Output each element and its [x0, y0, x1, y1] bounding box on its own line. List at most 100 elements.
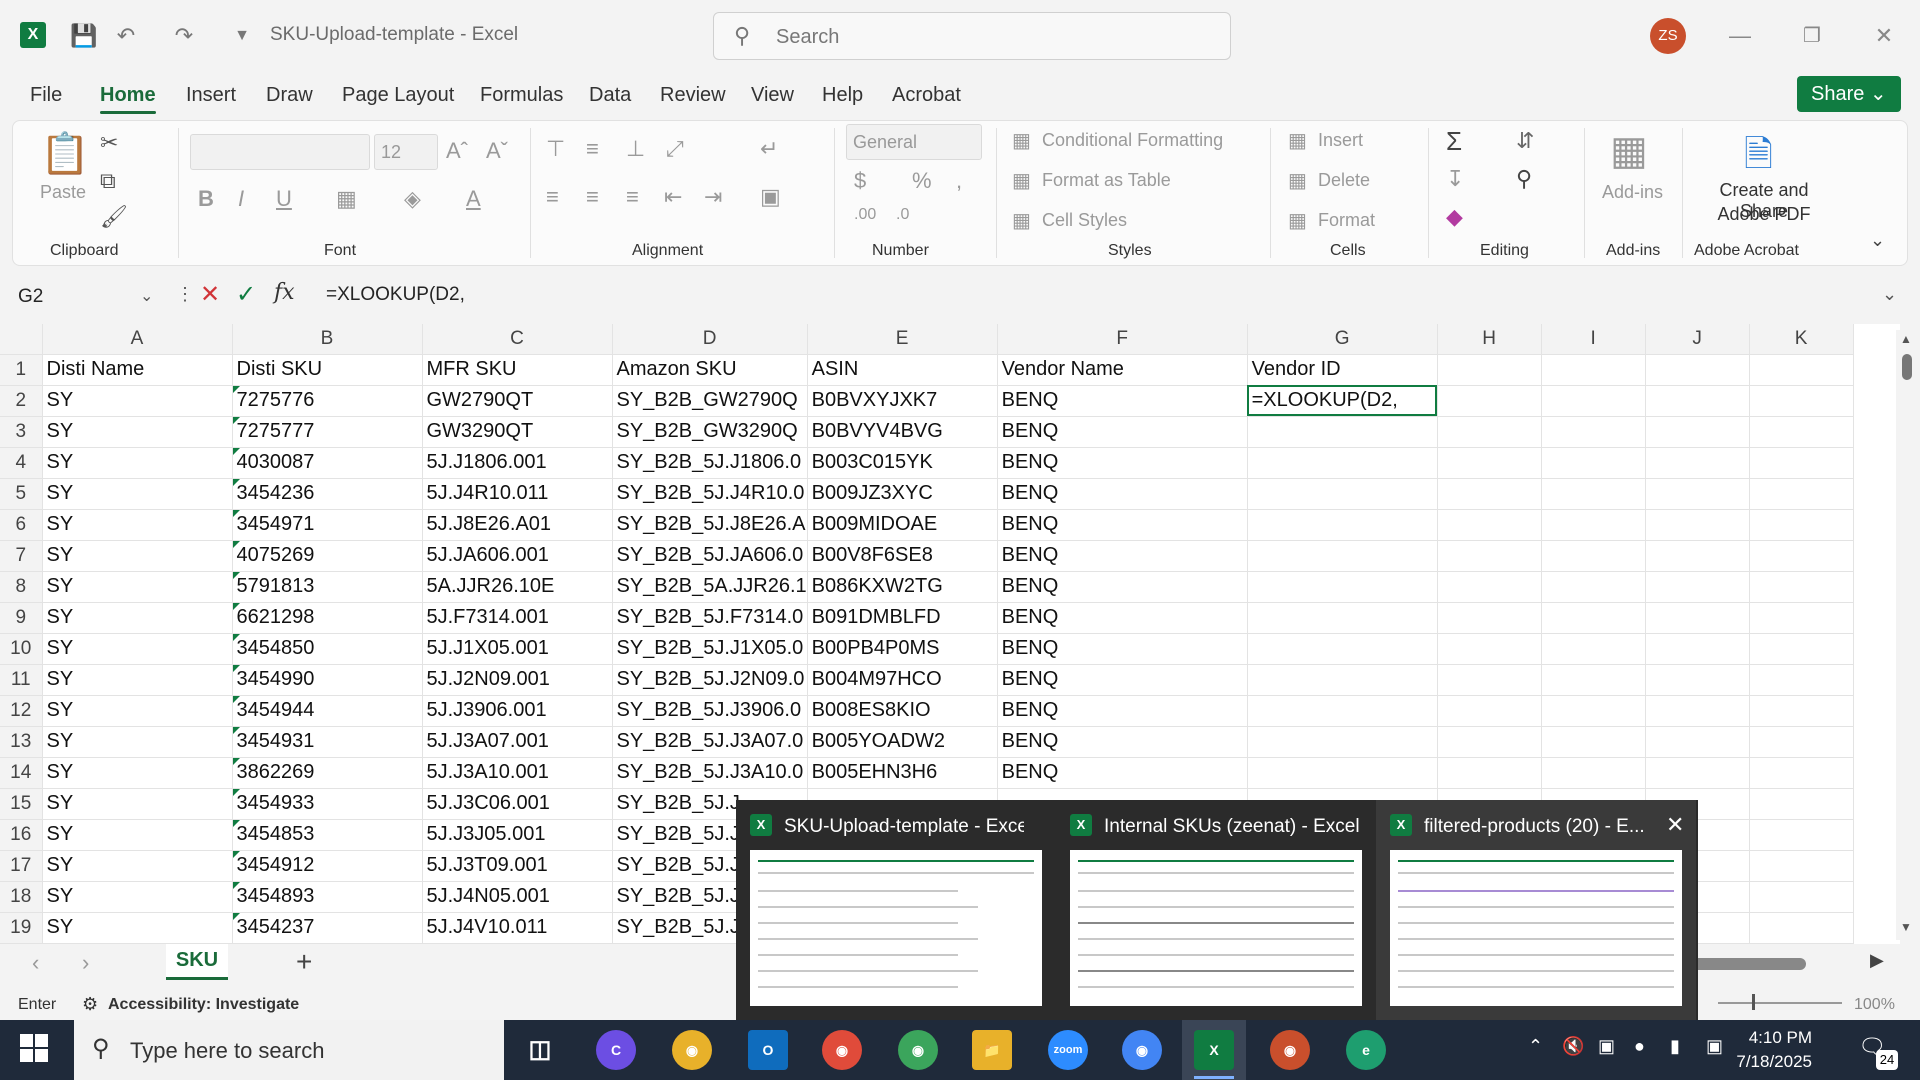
cell-e1[interactable]: ASIN: [807, 354, 998, 386]
cell-d3[interactable]: SY_B2B_GW3290Q: [612, 416, 808, 448]
cell-i12[interactable]: [1541, 695, 1646, 727]
cell-h6[interactable]: [1437, 509, 1542, 541]
cell-d6[interactable]: SY_B2B_5J.J8E26.A: [612, 509, 808, 541]
cell-e3[interactable]: B0BVYV4BVG: [807, 416, 998, 448]
clear-icon[interactable]: ◆: [1446, 204, 1463, 230]
cell-c19[interactable]: 5J.J4V10.011: [422, 912, 613, 944]
more-options-icon[interactable]: ⋮: [176, 284, 194, 305]
chrome-profile-3-icon[interactable]: ◉: [898, 1030, 938, 1070]
cell-e8[interactable]: B086KXW2TG: [807, 571, 998, 603]
percent-icon[interactable]: %: [912, 168, 932, 194]
cell-a9[interactable]: SY: [42, 602, 233, 634]
cell-c4[interactable]: 5J.J1806.001: [422, 447, 613, 479]
cell-j13[interactable]: [1645, 726, 1750, 758]
cell-c18[interactable]: 5J.J4N05.001: [422, 881, 613, 913]
column-header-b[interactable]: B: [232, 324, 423, 355]
cancel-formula-icon[interactable]: ✕: [200, 280, 220, 309]
enter-formula-icon[interactable]: ✓: [236, 280, 256, 309]
row-header[interactable]: 15: [0, 788, 43, 820]
cell-g8[interactable]: [1247, 571, 1438, 603]
comma-style-icon[interactable]: ,: [956, 168, 962, 194]
cell-k5[interactable]: [1749, 478, 1854, 510]
task-view-icon[interactable]: ◫: [520, 1030, 560, 1070]
avatar[interactable]: ZS: [1650, 18, 1686, 54]
cell-g4[interactable]: [1247, 447, 1438, 479]
meet-now-icon[interactable]: ▣: [1598, 1036, 1615, 1057]
cell-g3[interactable]: [1247, 416, 1438, 448]
cell-g11[interactable]: [1247, 664, 1438, 696]
edge-icon[interactable]: e: [1346, 1030, 1386, 1070]
cell-a16[interactable]: SY: [42, 819, 233, 851]
sort-filter-icon[interactable]: ⇵: [1516, 128, 1534, 154]
tab-view[interactable]: View: [751, 84, 794, 107]
cell-j2[interactable]: [1645, 385, 1750, 417]
cell-c9[interactable]: 5J.F7314.001: [422, 602, 613, 634]
cell-j9[interactable]: [1645, 602, 1750, 634]
create-pdf-line2[interactable]: Adobe PDF: [1698, 204, 1830, 225]
font-size-select[interactable]: 12: [374, 134, 438, 170]
cell-k4[interactable]: [1749, 447, 1854, 479]
cell-i4[interactable]: [1541, 447, 1646, 479]
cell-i11[interactable]: [1541, 664, 1646, 696]
format-painter-icon[interactable]: 🖌: [100, 204, 128, 230]
cell-k2[interactable]: [1749, 385, 1854, 417]
chrome-profile-4-icon[interactable]: ◉: [1270, 1030, 1310, 1070]
cell-c16[interactable]: 5J.J3J05.001: [422, 819, 613, 851]
cell-e7[interactable]: B00V8F6SE8: [807, 540, 998, 572]
thumbnail-window-hovered[interactable]: X filtered-products (20) - E... ✕: [1376, 800, 1696, 1020]
tab-acrobat[interactable]: Acrobat: [892, 84, 961, 107]
decrease-font-icon[interactable]: Aˇ: [486, 138, 508, 164]
column-header-j[interactable]: J: [1645, 324, 1750, 355]
column-header-f[interactable]: F: [997, 324, 1248, 355]
cell-h5[interactable]: [1437, 478, 1542, 510]
cell-k9[interactable]: [1749, 602, 1854, 634]
cell-g14[interactable]: [1247, 757, 1438, 789]
taskbar-clock[interactable]: 4:10 PM 7/18/2025: [1736, 1026, 1812, 1074]
borders-icon[interactable]: ▦: [336, 186, 357, 212]
battery-icon[interactable]: ▮: [1670, 1036, 1680, 1057]
network-icon[interactable]: ▣: [1706, 1036, 1723, 1057]
cell-e12[interactable]: B008ES8KIO: [807, 695, 998, 727]
cell-j12[interactable]: [1645, 695, 1750, 727]
cell-i10[interactable]: [1541, 633, 1646, 665]
align-middle-icon[interactable]: ≡: [586, 136, 599, 162]
cell-d4[interactable]: SY_B2B_5J.J1806.0: [612, 447, 808, 479]
cell-b10[interactable]: 3454850: [232, 633, 423, 665]
column-header-i[interactable]: I: [1541, 324, 1646, 355]
cell-f14[interactable]: BENQ: [997, 757, 1248, 789]
previous-sheet-icon[interactable]: ‹: [32, 950, 39, 976]
column-header-g[interactable]: G: [1247, 324, 1438, 355]
save-icon[interactable]: 💾: [70, 22, 98, 50]
cell-a15[interactable]: SY: [42, 788, 233, 820]
cell-a7[interactable]: SY: [42, 540, 233, 572]
cell-j6[interactable]: [1645, 509, 1750, 541]
scroll-thumb[interactable]: [1902, 354, 1912, 380]
undo-icon[interactable]: ↶: [112, 22, 140, 50]
merge-center-icon[interactable]: ▣: [760, 184, 781, 210]
cell-a5[interactable]: SY: [42, 478, 233, 510]
taskbar-search-input[interactable]: ⚲ Type here to search: [74, 1020, 504, 1080]
tab-insert[interactable]: Insert: [186, 84, 236, 107]
find-select-icon[interactable]: ⚲: [1516, 166, 1532, 192]
cell-k12[interactable]: [1749, 695, 1854, 727]
paste-button[interactable]: Paste: [40, 182, 86, 203]
cell-h4[interactable]: [1437, 447, 1542, 479]
cut-icon[interactable]: ✂: [100, 130, 118, 156]
cell-f5[interactable]: BENQ: [997, 478, 1248, 510]
row-header[interactable]: 2: [0, 385, 43, 417]
cell-c10[interactable]: 5J.J1X05.001: [422, 633, 613, 665]
cell-b1[interactable]: Disti SKU: [232, 354, 423, 386]
cell-b7[interactable]: 4075269: [232, 540, 423, 572]
cell-h9[interactable]: [1437, 602, 1542, 634]
cell-h13[interactable]: [1437, 726, 1542, 758]
wrap-text-icon[interactable]: ↵: [760, 136, 778, 162]
cell-a19[interactable]: SY: [42, 912, 233, 944]
increase-font-icon[interactable]: Aˆ: [446, 138, 468, 164]
cell-a6[interactable]: SY: [42, 509, 233, 541]
cell-a3[interactable]: SY: [42, 416, 233, 448]
cell-a17[interactable]: SY: [42, 850, 233, 882]
cell-h7[interactable]: [1437, 540, 1542, 572]
cell-d1[interactable]: Amazon SKU: [612, 354, 808, 386]
cell-b9[interactable]: 6621298: [232, 602, 423, 634]
row-header[interactable]: 9: [0, 602, 43, 634]
